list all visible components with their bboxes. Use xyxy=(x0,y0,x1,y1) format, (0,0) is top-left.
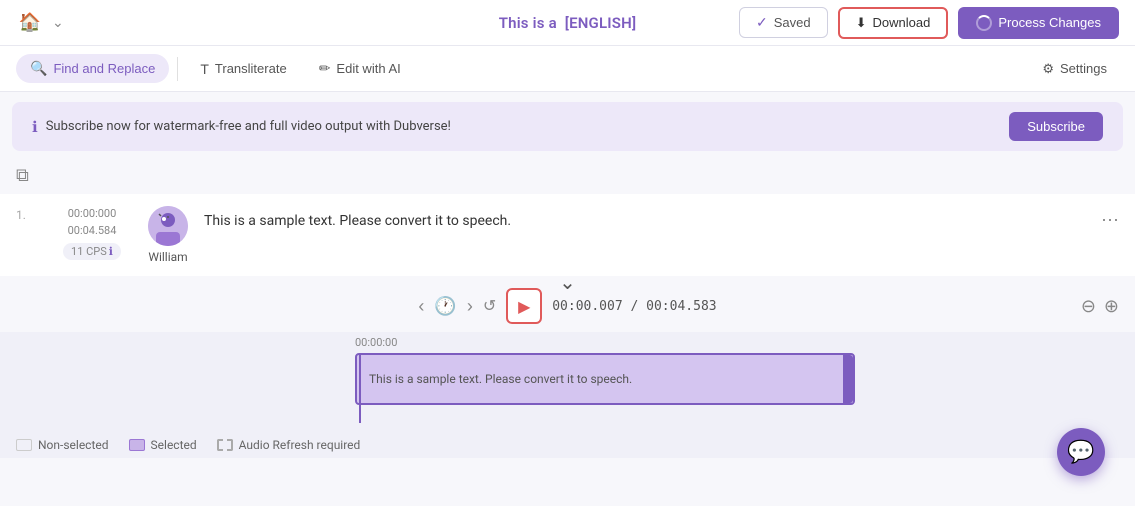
subscription-banner: ℹ Subscribe now for watermark-free and f… xyxy=(12,102,1123,151)
timeline-legend: Non-selected Selected Audio Refresh requ… xyxy=(0,432,1135,458)
legend-selected: Selected xyxy=(129,438,197,452)
settings-button[interactable]: ⚙ Settings xyxy=(1030,55,1119,83)
header: 🏠 ⌄ This is a [ENGLISH] ✓ Saved ⬇ Downlo… xyxy=(0,0,1135,46)
timeline-needle xyxy=(359,353,361,423)
cps-info-icon[interactable]: ℹ xyxy=(109,245,113,258)
avatar-image xyxy=(148,206,188,246)
more-options-button[interactable]: ⋯ xyxy=(1101,210,1119,231)
audio-refresh-label: Audio Refresh required xyxy=(239,438,361,452)
transcript-row: 1. 00:00:000 00:04.584 11 CPS ℹ xyxy=(16,206,1119,264)
home-icon[interactable]: 🏠 xyxy=(16,9,44,37)
play-button[interactable]: ▶ xyxy=(506,288,542,324)
current-time: 00:00.007 xyxy=(552,299,622,314)
time-display: 00:00.007 / 00:04.583 xyxy=(552,299,716,314)
toolbar-left: 🔍 Find and Replace T Transliterate ✏ Edi… xyxy=(16,54,415,83)
timeline: 00:00:00 This is a sample text. Please c… xyxy=(0,332,1135,432)
header-actions: ✓ Saved ⬇ Download Process Changes xyxy=(739,7,1119,39)
find-replace-label: Find and Replace xyxy=(53,61,155,76)
selected-swatch xyxy=(129,439,145,451)
transcript-text[interactable]: This is a sample text. Please convert it… xyxy=(204,206,1119,232)
replay-button[interactable]: ↺ xyxy=(483,296,496,316)
transliterate-icon: T xyxy=(200,61,209,77)
title-lang: [ENGLISH] xyxy=(565,14,637,32)
edit-with-label: Edit with AI xyxy=(336,61,400,76)
time-end: 00:04.584 xyxy=(68,223,117,240)
time-separator: / xyxy=(631,299,647,314)
info-icon: ℹ xyxy=(32,118,38,136)
timestamps: 00:00:000 00:04.584 xyxy=(68,206,117,239)
speaker-name: William xyxy=(148,250,187,264)
legend-audio-refresh: Audio Refresh required xyxy=(217,438,361,452)
process-label: Process Changes xyxy=(998,15,1101,30)
timeline-ruler: 00:00:00 xyxy=(0,332,1135,353)
zoom-in-button[interactable]: ⊕ xyxy=(1104,296,1119,317)
spinner-icon xyxy=(976,15,992,31)
process-changes-button[interactable]: Process Changes xyxy=(958,7,1119,39)
time-start: 00:00:000 xyxy=(68,206,117,223)
title-text: This is a xyxy=(499,14,557,32)
saved-label: Saved xyxy=(774,15,811,30)
download-button[interactable]: ⬇ Download xyxy=(838,7,949,39)
saved-button[interactable]: ✓ Saved xyxy=(739,7,828,38)
next-button[interactable]: › xyxy=(467,296,473,317)
gear-icon: ⚙ xyxy=(1042,61,1054,77)
edit-with-ai-button[interactable]: ✏ Edit with AI xyxy=(305,54,415,83)
ai-icon: ✏ xyxy=(319,60,331,77)
collapse-icon[interactable]: ⌄ xyxy=(559,270,576,294)
player-bar: ⌄ ‹ 🕐 › ↺ ▶ 00:00.007 / 00:04.583 ⊖ ⊕ xyxy=(0,280,1135,332)
copy-row: ⧉ xyxy=(0,161,1135,190)
transcript-area: 1. 00:00:000 00:04.584 11 CPS ℹ xyxy=(0,194,1135,276)
previous-button[interactable]: ‹ xyxy=(418,296,424,317)
audio-refresh-swatch xyxy=(217,439,233,451)
timeline-track: This is a sample text. Please convert it… xyxy=(55,353,1135,423)
page-title: This is a [ENGLISH] xyxy=(499,14,637,32)
cps-label: 11 CPS xyxy=(71,245,107,258)
segment-handle[interactable] xyxy=(843,355,853,403)
transliterate-button[interactable]: T Transliterate xyxy=(186,55,300,83)
segment-text: This is a sample text. Please convert it… xyxy=(369,372,632,386)
ruler-label: 00:00:00 xyxy=(355,336,397,349)
zoom-out-button[interactable]: ⊖ xyxy=(1081,296,1096,317)
chevron-down-icon[interactable]: ⌄ xyxy=(52,15,64,31)
nonselected-swatch xyxy=(16,439,32,451)
download-label: Download xyxy=(873,15,931,30)
history-button[interactable]: 🕐 xyxy=(434,296,456,317)
line-number: 1. xyxy=(16,206,36,222)
nonselected-label: Non-selected xyxy=(38,438,109,452)
legend-nonselected: Non-selected xyxy=(16,438,109,452)
meta-col: 00:00:000 00:04.584 11 CPS ℹ xyxy=(52,206,132,260)
subscribe-label: Subscribe xyxy=(1027,119,1085,134)
banner-message: Subscribe now for watermark-free and ful… xyxy=(46,119,451,134)
download-icon: ⬇ xyxy=(856,15,867,31)
header-left: 🏠 ⌄ xyxy=(16,9,64,37)
timeline-segment[interactable]: This is a sample text. Please convert it… xyxy=(355,353,855,405)
chat-bubble-button[interactable]: 💬 xyxy=(1057,428,1105,476)
total-time: 00:04.583 xyxy=(646,299,716,314)
speaker-avatar: William xyxy=(148,206,188,264)
search-icon: 🔍 xyxy=(30,60,47,77)
settings-label: Settings xyxy=(1060,61,1107,76)
transliterate-label: Transliterate xyxy=(215,61,287,76)
cps-badge: 11 CPS ℹ xyxy=(63,243,121,260)
subscribe-button[interactable]: Subscribe xyxy=(1009,112,1103,141)
copy-icon[interactable]: ⧉ xyxy=(16,165,29,186)
divider xyxy=(177,57,178,81)
zoom-controls: ⊖ ⊕ xyxy=(1081,296,1119,317)
toolbar: 🔍 Find and Replace T Transliterate ✏ Edi… xyxy=(0,46,1135,92)
banner-text: ℹ Subscribe now for watermark-free and f… xyxy=(32,118,451,136)
check-icon: ✓ xyxy=(756,14,768,31)
selected-label: Selected xyxy=(151,438,197,452)
find-replace-button[interactable]: 🔍 Find and Replace xyxy=(16,54,169,83)
